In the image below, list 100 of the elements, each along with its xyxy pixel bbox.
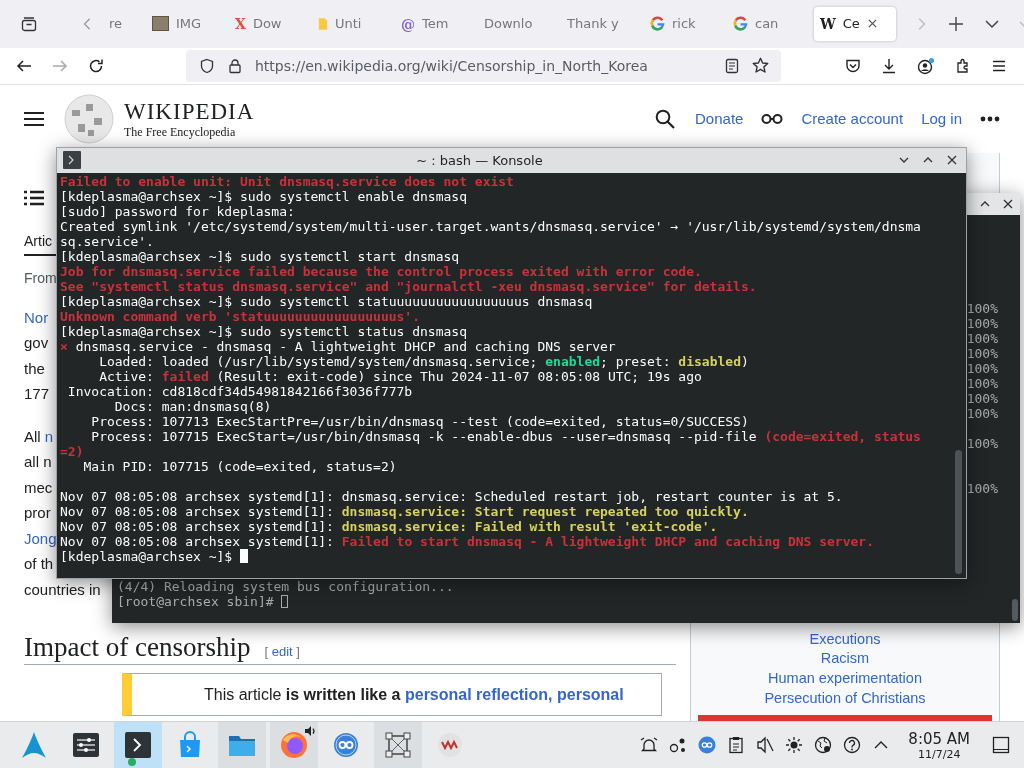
new-tab-icon[interactable] bbox=[948, 15, 964, 32]
back-icon[interactable] bbox=[16, 57, 32, 74]
glasses-icon[interactable] bbox=[761, 112, 784, 125]
download-icon[interactable] bbox=[881, 57, 897, 74]
close-icon[interactable] bbox=[866, 18, 878, 30]
terminal-line: Docs: man:dnsmasq(8) bbox=[113, 398, 272, 414]
extensions-icon[interactable] bbox=[955, 57, 971, 74]
terminal-line: =2) bbox=[60, 443, 84, 459]
close-icon[interactable] bbox=[1002, 197, 1014, 210]
ring-icon bbox=[733, 16, 748, 32]
star-icon[interactable] bbox=[752, 57, 769, 75]
pocket-icon[interactable] bbox=[845, 57, 861, 74]
percent-reading: 100% bbox=[966, 480, 998, 496]
article-text: pror bbox=[24, 504, 51, 522]
browser-tab[interactable]: IMG bbox=[146, 6, 222, 41]
window-title: ~ : bash — Konsole bbox=[415, 152, 544, 168]
percent-reading: 100% bbox=[966, 345, 998, 361]
help-icon[interactable] bbox=[843, 736, 862, 754]
terminal-line: Loaded: loaded (/usr/lib/systemd/system/dnsmasq.service; enabled; preset: disabled) bbox=[99, 353, 749, 369]
terminal-line: Failed to enable unit: Unit dnsmasq.service does not exist bbox=[60, 173, 514, 189]
reload-icon[interactable] bbox=[88, 57, 104, 74]
taskbar-app[interactable] bbox=[374, 722, 422, 768]
terminal-line: Job for dnsmasq.service failed because the control process exited with error code. bbox=[60, 263, 702, 279]
account-icon[interactable] bbox=[917, 56, 935, 75]
article-text: countries in bbox=[24, 580, 101, 598]
site-title[interactable]: WIKIPEDIA bbox=[124, 98, 255, 125]
percent-reading: 100% bbox=[966, 390, 998, 406]
contents-list-icon[interactable] bbox=[24, 189, 44, 206]
menu-icon[interactable] bbox=[24, 110, 44, 127]
share-icon[interactable] bbox=[669, 736, 688, 754]
scrollbar[interactable] bbox=[1012, 598, 1018, 621]
article-tab[interactable]: Artic bbox=[24, 232, 52, 249]
section-heading: Impact of censorship bbox=[24, 631, 251, 665]
notice-link[interactable]: personal reflection, personal bbox=[404, 686, 624, 704]
terminal-line: [kdeplasma@archsex ~]$ bbox=[60, 548, 234, 564]
terminal-line: Active: failed (Result: exit-code) since Thu 2024-11-07 08:05:08 UTC; 19s ago bbox=[98, 368, 702, 384]
terminal-line: Process: 107713 ExecStartPre=/usr/bin/dnsmasq --test (code=exited, status=0/SUCCESS) bbox=[90, 413, 749, 429]
browser-tab[interactable]: X Dow bbox=[229, 6, 305, 41]
globe-logo-icon[interactable] bbox=[64, 93, 114, 144]
article-link[interactable]: n bbox=[44, 427, 54, 445]
speaker-icon[interactable] bbox=[304, 725, 316, 737]
edit-link[interactable]: [ edit ] bbox=[264, 644, 300, 660]
letter-icon: X bbox=[235, 15, 246, 32]
browser-tab[interactable]: W Ce bbox=[814, 6, 896, 41]
sidebar-link[interactable]: Persecution of Christians bbox=[764, 688, 926, 709]
reader-view-icon[interactable] bbox=[724, 57, 740, 74]
header-link[interactable]: Log in bbox=[921, 110, 962, 128]
percent-reading: 100% bbox=[966, 435, 998, 451]
terminal-line: [sudo] password for kdeplasma: bbox=[60, 203, 295, 219]
address-bar[interactable]: https://en.wikipedia.org/wiki/Censorship_in_North_Korea bbox=[186, 49, 781, 82]
circle-logo-icon[interactable] bbox=[698, 736, 717, 754]
close-icon[interactable] bbox=[946, 154, 958, 167]
browser-tab[interactable]: rick bbox=[644, 6, 720, 41]
percent-reading: 100% bbox=[966, 330, 998, 346]
sidebar-link[interactable]: Human experimentation bbox=[768, 669, 922, 689]
lock-icon[interactable] bbox=[227, 57, 243, 74]
globe-icon[interactable] bbox=[814, 736, 833, 754]
terminal-line: [kdeplasma@archsex ~]$ sudo systemctl status dnsmasq bbox=[60, 323, 467, 339]
plus-badge bbox=[128, 758, 136, 766]
header-link[interactable]: Create account bbox=[801, 110, 904, 128]
sidebar-link[interactable]: Executions bbox=[809, 629, 881, 650]
tab-overview-icon[interactable] bbox=[21, 15, 37, 32]
notice-text: This article is written like a personal reflection, personal bbox=[204, 685, 625, 706]
browser-tab[interactable]: Downlo bbox=[478, 6, 554, 41]
clock[interactable]: 8:05 AM 11/7/24 bbox=[908, 729, 970, 761]
browser-tab[interactable]: re bbox=[105, 6, 141, 41]
muted-speaker-icon[interactable] bbox=[756, 736, 775, 754]
shield-icon[interactable] bbox=[199, 57, 215, 74]
browser-tab[interactable]: Unti bbox=[312, 6, 388, 41]
letter-icon: W bbox=[820, 15, 836, 32]
browser-tab[interactable]: @ Tem bbox=[395, 6, 471, 41]
article-link[interactable]: Jong bbox=[24, 529, 57, 547]
percent-reading: 100% bbox=[966, 375, 998, 391]
sun-icon[interactable] bbox=[785, 736, 804, 754]
article-text: all n bbox=[24, 453, 52, 471]
percent-reading: 100% bbox=[966, 405, 998, 421]
scrollbar[interactable] bbox=[955, 449, 962, 574]
article-link[interactable]: Nor bbox=[24, 308, 49, 326]
document-icon bbox=[318, 16, 328, 31]
sliders-icon bbox=[72, 731, 100, 759]
browser-tab[interactable]: can bbox=[727, 6, 803, 41]
taskbar-app[interactable] bbox=[114, 722, 162, 768]
terminal-line: [root@archsex sbin]# bbox=[117, 593, 274, 609]
search-icon[interactable] bbox=[655, 108, 675, 129]
sidebar-link[interactable]: Racism bbox=[820, 649, 870, 670]
image-icon bbox=[152, 16, 169, 32]
percent-reading: 100% bbox=[966, 315, 998, 331]
clipboard-icon[interactable] bbox=[727, 736, 746, 754]
terminal-line: sq.service'. bbox=[60, 233, 154, 249]
terminal-line: [kdeplasma@archsex ~]$ sudo systemctl enable dnsmasq bbox=[60, 188, 467, 204]
browser-tab[interactable]: Thank y bbox=[561, 6, 637, 41]
terminal-line: × dnsmasq.service - dnsmasq - A lightweight DHCP and caching DNS server bbox=[60, 338, 616, 354]
alarm-icon[interactable] bbox=[640, 736, 659, 754]
header-link[interactable]: Donate bbox=[695, 110, 744, 128]
letter-icon: @ bbox=[401, 15, 415, 32]
show-desktop-icon[interactable] bbox=[992, 736, 1010, 754]
terminal-line: Process: 107715 ExecStart=/usr/bin/dnsmasq -k --enable-dbus --user=dnsmasq --pid-file (code=exited, status bbox=[90, 428, 921, 444]
article-text: All bbox=[24, 427, 42, 445]
percent-reading: 100% bbox=[966, 360, 998, 376]
more-icon[interactable] bbox=[980, 115, 1000, 122]
